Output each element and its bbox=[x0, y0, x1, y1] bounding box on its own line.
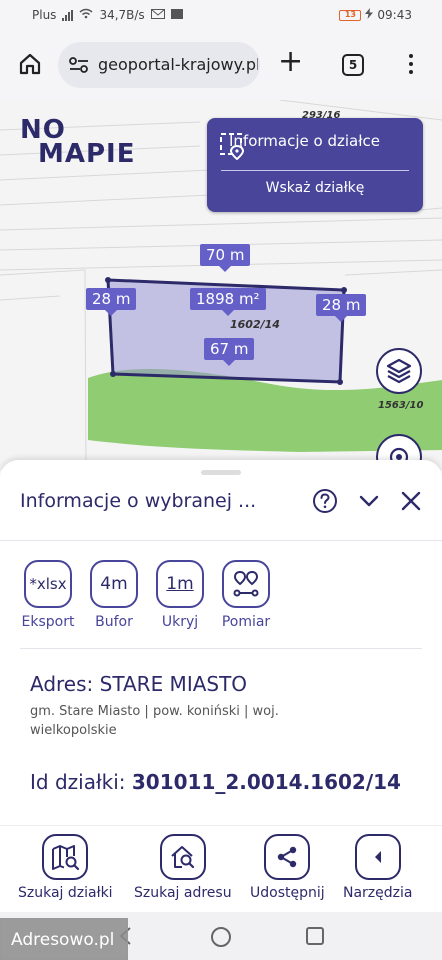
gallery-icon bbox=[170, 8, 183, 22]
parcel-id-value[interactable]: 301011_2.0014.1602/14 bbox=[132, 770, 401, 794]
url-text: geoportal-krajowy.pl bbox=[98, 55, 258, 74]
site-settings-icon[interactable] bbox=[68, 55, 90, 79]
wifi-icon bbox=[79, 8, 93, 22]
hide-tool[interactable]: 1m Ukryj bbox=[152, 560, 208, 630]
mail-icon bbox=[150, 8, 165, 22]
home-icon[interactable] bbox=[18, 52, 42, 80]
tools-divider bbox=[20, 648, 422, 649]
tool-buttons: *xlsx Eksport 4m Bufor 1m Ukryj Pomiar bbox=[20, 560, 274, 630]
share-label: Udostępnij bbox=[250, 885, 325, 901]
tab-switcher-button[interactable]: 5 bbox=[342, 54, 364, 76]
layers-icon bbox=[386, 358, 412, 384]
close-icon[interactable] bbox=[400, 490, 422, 516]
parcel-info-label: Informacje o działce bbox=[229, 132, 380, 150]
chevron-left-icon bbox=[354, 834, 401, 880]
point-parcel-button[interactable]: Wskaż działkę bbox=[207, 180, 423, 196]
hide-icon: 1m bbox=[156, 560, 204, 608]
charging-icon bbox=[365, 8, 374, 22]
overflow-menu-icon[interactable] bbox=[404, 52, 418, 78]
help-icon[interactable] bbox=[312, 488, 338, 518]
export-tool[interactable]: *xlsx Eksport bbox=[20, 560, 76, 630]
measure-label: Pomiar bbox=[221, 614, 271, 630]
sheet-drag-handle[interactable] bbox=[201, 470, 241, 475]
measure-bottom-label: 67 m bbox=[204, 338, 255, 366]
tools-button[interactable]: Narzędzia bbox=[343, 834, 412, 901]
measure-right-label: 28 m bbox=[316, 294, 367, 322]
clock: 09:43 bbox=[377, 8, 412, 22]
export-label: Eksport bbox=[21, 614, 75, 630]
measure-left-label: 28 m bbox=[86, 288, 137, 316]
export-icon: *xlsx bbox=[24, 560, 72, 608]
measure-top-label: 70 m bbox=[200, 244, 251, 272]
sheet-title: Informacje o wybranej ... bbox=[20, 490, 257, 512]
page: Plus 34,7B/s 13 09:43 geoportal-krajowy.… bbox=[0, 0, 442, 960]
parcel-info-button[interactable]: Informacje o działce bbox=[219, 132, 380, 160]
home-circle-icon[interactable] bbox=[210, 926, 232, 948]
tools-label: Narzędzia bbox=[343, 885, 413, 901]
home-search-icon bbox=[159, 834, 206, 880]
app-logo: NO MAPIE bbox=[20, 117, 136, 169]
new-tab-icon[interactable]: + bbox=[278, 47, 303, 77]
network-speed: 34,7B/s bbox=[99, 8, 145, 22]
address-title: Adres: STARE MIASTO bbox=[30, 672, 248, 696]
carrier-name: Plus bbox=[32, 8, 57, 22]
collapse-chevron-icon[interactable] bbox=[356, 488, 382, 518]
recents-icon[interactable] bbox=[305, 926, 325, 946]
watermark: Adresowo.pl bbox=[0, 918, 128, 960]
signal-icon bbox=[62, 9, 74, 21]
battery-icon: 13 bbox=[339, 9, 362, 21]
address-detail: gm. Stare Miasto | pow. koniński | woj. … bbox=[30, 704, 279, 738]
search-parcel-label: Szukaj działki bbox=[18, 885, 113, 901]
bottom-navigation: Szukaj działki Szukaj adresu Udostępnij … bbox=[0, 825, 442, 912]
measure-icon bbox=[222, 560, 270, 608]
panel-divider bbox=[221, 170, 409, 171]
logo-line-2: MAPIE bbox=[38, 139, 136, 169]
share-button[interactable]: Udostępnij bbox=[250, 834, 325, 901]
parcel-number: 1602/14 bbox=[230, 318, 280, 331]
search-address-button[interactable]: Szukaj adresu bbox=[134, 834, 232, 901]
buffer-label: Bufor bbox=[95, 614, 133, 630]
search-address-label: Szukaj adresu bbox=[134, 885, 232, 901]
status-bar: Plus 34,7B/s 13 09:43 bbox=[0, 0, 442, 32]
parcel-id-label: Id działki: bbox=[30, 770, 126, 794]
parcel-details-sheet: Informacje o wybranej ... *xlsx Eksport … bbox=[0, 460, 442, 825]
buffer-tool[interactable]: 4m Bufor bbox=[86, 560, 142, 630]
share-icon bbox=[264, 834, 311, 880]
layers-button[interactable] bbox=[376, 348, 422, 394]
hide-label: Ukryj bbox=[161, 614, 199, 630]
address-bar[interactable]: geoportal-krajowy.pl bbox=[58, 42, 260, 88]
parcel-number-top: 293/16 bbox=[302, 110, 341, 121]
map-view[interactable]: NO MAPIE Informacje o działce Wskaż dzia… bbox=[0, 100, 442, 470]
map-search-icon bbox=[42, 834, 89, 880]
area-label: 1898 m² bbox=[190, 288, 266, 316]
search-parcel-button[interactable]: Szukaj działki bbox=[18, 834, 113, 901]
battery-level: 13 bbox=[344, 9, 356, 19]
parcel-info-panel: Informacje o działce Wskaż działkę bbox=[207, 118, 423, 212]
measure-tool[interactable]: Pomiar bbox=[218, 560, 274, 630]
sheet-header-divider bbox=[0, 540, 442, 541]
browser-toolbar: geoportal-krajowy.pl + 5 bbox=[0, 32, 442, 100]
parcel-number-right: 1563/10 bbox=[378, 400, 424, 411]
parcel-id-line: Id działki: 301011_2.0014.1602/14 bbox=[30, 770, 401, 794]
buffer-icon: 4m bbox=[90, 560, 138, 608]
